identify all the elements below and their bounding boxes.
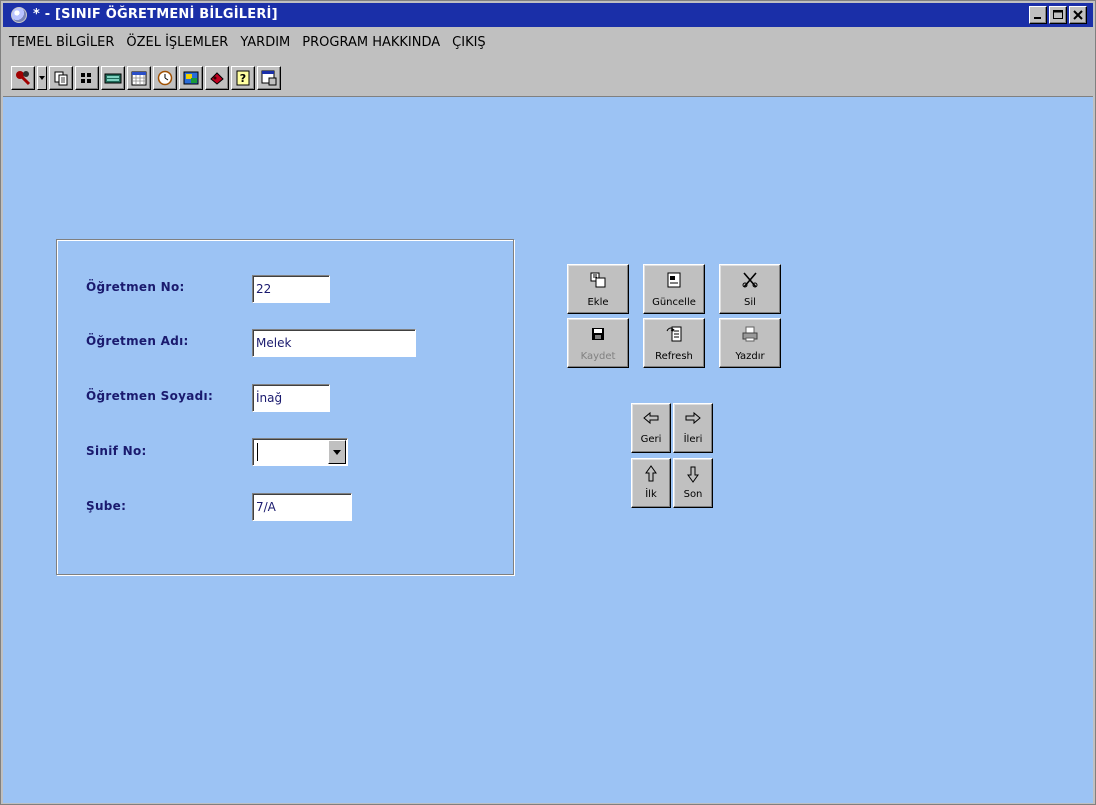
picture-icon [183,71,199,85]
toolbar-dropdown-button[interactable] [37,66,47,90]
teacher-name-field[interactable]: Melek [252,329,416,357]
mdi-workspace: Öğretmen No: 22 Öğretmen Adı: Melek Öğre… [3,96,1093,803]
tools-icon [16,71,31,86]
menu-cikis[interactable]: ÇIKIŞ [446,31,492,55]
svg-text:?: ? [240,72,246,85]
last-button[interactable]: Son [673,458,713,508]
branch-label: Şube: [86,499,127,513]
next-button-label: İleri [683,434,703,445]
first-button[interactable]: İlk [631,458,671,508]
close-icon [1073,10,1083,20]
minimize-button[interactable] [1029,6,1047,24]
toolbar-tools-button[interactable] [11,66,35,90]
menu-program-hakkinda[interactable]: PROGRAM HAKKINDA [296,31,446,55]
update-record-icon [667,272,681,288]
help-icon: ? [236,70,250,86]
app-window: * - [SINIF ÖĞRETMENİ BİLGİLERİ] TEMEL Bİ… [0,0,1096,805]
add-record-icon [590,272,606,288]
arrow-right-icon [685,411,701,425]
menu-ozel-islemler[interactable]: ÖZEL İŞLEMLER [120,31,234,55]
arrow-left-icon [643,411,659,425]
class-no-label: Sinif No: [86,444,147,458]
arrow-down-icon [687,466,699,483]
teacher-no-value: 22 [256,282,272,296]
window-icon [261,70,277,86]
refresh-button-label: Refresh [655,351,693,362]
menu-bar: TEMEL BİLGİLER ÖZEL İŞLEMLER YARDIM PROG… [3,31,1093,55]
toolbar-copy-button[interactable] [49,66,73,90]
floppy-disk-icon [592,328,604,340]
branch-value: 7/A [256,500,276,514]
last-button-label: Son [683,489,703,500]
keyboard-icon [104,73,122,84]
toolbar: ? [9,61,283,95]
title-bar[interactable]: * - [SINIF ÖĞRETMENİ BİLGİLERİ] [3,3,1093,27]
delete-button-label: Sil [744,297,756,308]
save-button[interactable]: Kaydet [567,318,629,368]
scissors-icon [742,272,758,288]
grid-icon [81,73,91,83]
update-button-label: Güncelle [652,297,696,308]
maximize-icon [1053,10,1063,19]
add-button[interactable]: Ekle [567,264,629,314]
minimize-icon [1034,17,1041,19]
class-no-combobox[interactable] [252,438,348,466]
teacher-name-value: Melek [256,336,292,350]
menu-temel-bilgiler[interactable]: TEMEL BİLGİLER [3,31,120,55]
printer-icon [742,326,758,342]
delete-button[interactable]: Sil [719,264,781,314]
branch-field[interactable]: 7/A [252,493,352,521]
teacher-surname-field[interactable]: İnağ [252,384,330,412]
maximize-button[interactable] [1049,6,1067,24]
refresh-button[interactable]: Refresh [643,318,705,368]
update-button[interactable]: Güncelle [643,264,705,314]
arrow-up-icon [645,465,657,482]
copy-icon [54,71,68,86]
print-button[interactable]: Yazdır [719,318,781,368]
toolbar-calendar-button[interactable] [127,66,151,90]
prev-button[interactable]: Geri [631,403,671,453]
toolbar-picture-button[interactable] [179,66,203,90]
save-button-label: Kaydet [580,351,616,362]
toolbar-help-button[interactable]: ? [231,66,255,90]
close-button[interactable] [1069,6,1087,24]
teacher-surname-label: Öğretmen Soyadı: [86,389,214,403]
toolbar-keyboard-button[interactable] [101,66,125,90]
clock-icon [157,70,173,86]
teacher-surname-value: İnağ [256,391,283,405]
refresh-icon [666,326,682,342]
teacher-no-label: Öğretmen No: [86,280,185,294]
app-icon[interactable] [11,7,27,23]
first-button-label: İlk [645,489,657,500]
toolbar-grid-button[interactable] [75,66,99,90]
prev-button-label: Geri [640,434,662,445]
toolbar-window-button[interactable] [257,66,281,90]
teacher-no-field[interactable]: 22 [252,275,330,303]
next-button[interactable]: İleri [673,403,713,453]
text-caret [257,443,258,461]
add-button-label: Ekle [587,297,609,308]
class-no-dropdown-button[interactable] [328,440,346,464]
teacher-name-label: Öğretmen Adı: [86,334,189,348]
toolbar-paint-button[interactable] [205,66,229,90]
toolbar-clock-button[interactable] [153,66,177,90]
paint-icon [210,72,224,85]
print-button-label: Yazdır [735,351,765,362]
menu-yardim[interactable]: YARDIM [234,31,296,55]
calendar-icon [131,71,147,86]
window-title: * - [SINIF ÖĞRETMENİ BİLGİLERİ] [33,7,278,22]
chevron-down-icon [333,449,341,455]
chevron-down-icon [39,76,45,80]
